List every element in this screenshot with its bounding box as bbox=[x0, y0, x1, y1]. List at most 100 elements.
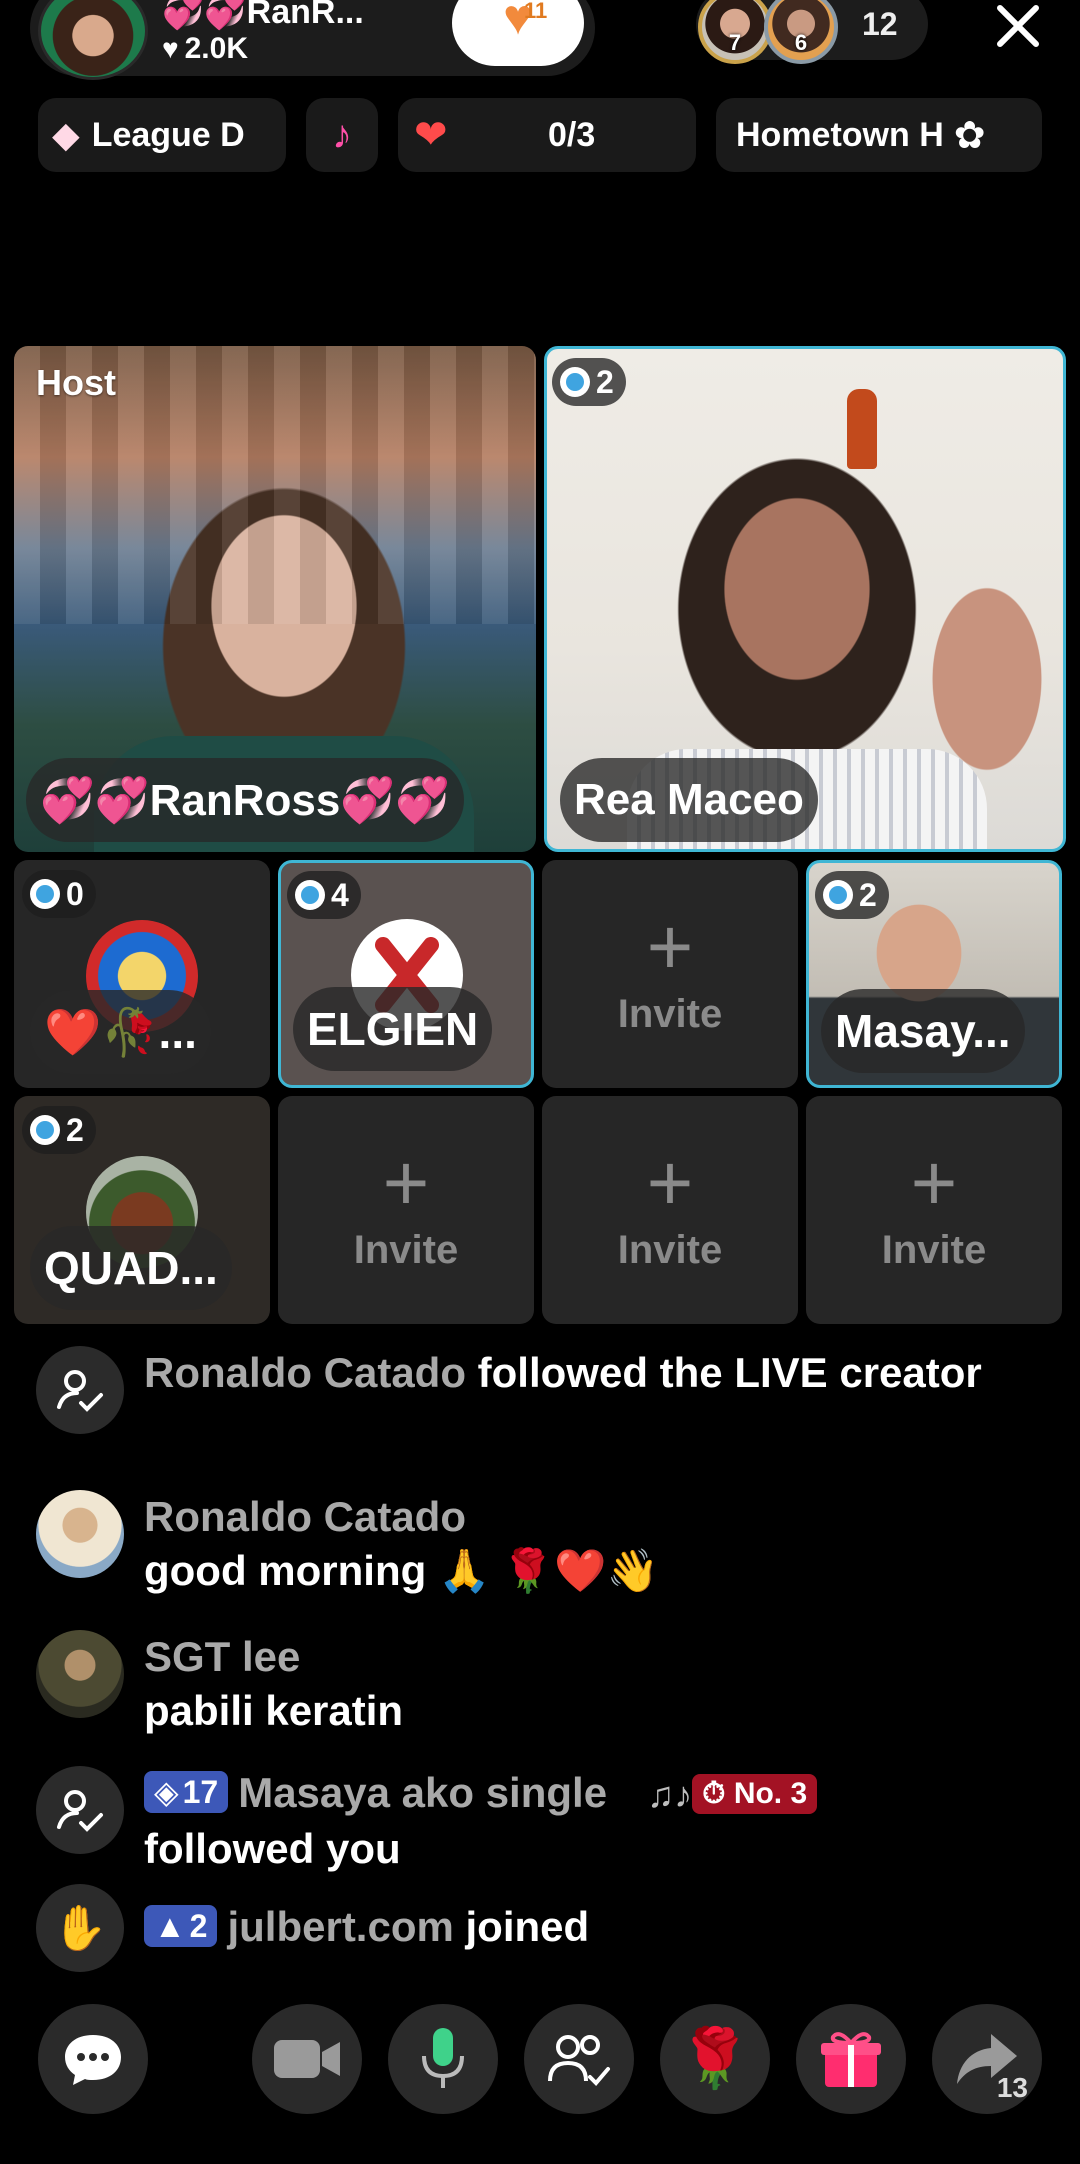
comment-message: joined bbox=[453, 1903, 590, 1950]
hometown-label: Hometown H bbox=[736, 115, 944, 154]
seat-number: 4 bbox=[331, 876, 349, 913]
guest-seat-tile[interactable]: 4 ELGIEN bbox=[278, 860, 534, 1088]
diamond-icon: ◈ bbox=[154, 1774, 179, 1810]
invite-seat-tile[interactable]: + Invite bbox=[542, 1096, 798, 1324]
timer-icon: ⏱ bbox=[702, 1777, 726, 1810]
level-badge: ◈ 17 bbox=[144, 1771, 229, 1813]
viewer-count: 12 bbox=[862, 6, 898, 42]
hometown-chip[interactable]: Hometown H ✿ bbox=[716, 98, 1042, 172]
comment-message: followed the LIVE creator bbox=[466, 1349, 982, 1396]
share-count: 13 bbox=[996, 2072, 1028, 2103]
rose-icon: 🌹 bbox=[678, 2026, 752, 2091]
goal-value: 0/3 bbox=[548, 115, 596, 154]
triangle-icon: ▲ bbox=[154, 1908, 186, 1944]
chat-bubble-icon bbox=[65, 2035, 121, 2085]
host-likes-count: 2.0K bbox=[184, 32, 248, 65]
guest-seat-tile[interactable]: 2 Masay... bbox=[806, 860, 1062, 1088]
vase-decor bbox=[847, 389, 877, 469]
diamond-icon: ◆ bbox=[52, 114, 80, 155]
viewer-rank-badge: 6 bbox=[794, 30, 808, 55]
guest-name-pill: Rea Maceo bbox=[560, 758, 818, 842]
guests-button[interactable] bbox=[524, 2004, 634, 2114]
seat-number: 2 bbox=[859, 876, 877, 913]
host-likes: ♥ 2.0K bbox=[162, 32, 248, 66]
user-avatar[interactable] bbox=[36, 1630, 124, 1718]
comment-item: SGT lee pabili keratin bbox=[36, 1630, 1046, 1740]
guest-seat-badge: 2 bbox=[552, 358, 626, 406]
viewer-rank-badge: 7 bbox=[728, 30, 742, 55]
league-chip[interactable]: ◆ League D bbox=[38, 98, 286, 172]
guest-name: Masay... bbox=[821, 989, 1025, 1073]
comment-item: ◈ 17 Masaya ako single ♫♪ ⏱ No. 3 followed y… bbox=[36, 1766, 1046, 1876]
comment-message: good morning 🙏 🌹❤️👋 bbox=[144, 1547, 659, 1594]
comment-user[interactable]: SGT lee bbox=[144, 1630, 1044, 1684]
seat-dot-icon bbox=[295, 880, 325, 910]
music-note-icon: ♪ bbox=[332, 112, 352, 157]
invite-label: Invite bbox=[617, 1227, 723, 1272]
hand-wave-glyph: ✋ bbox=[52, 1904, 108, 1953]
guest-name: QUAD... bbox=[30, 1226, 232, 1310]
comment-item: Ronaldo Catado good morning 🙏 🌹❤️👋 bbox=[36, 1490, 1046, 1600]
plus-icon: + bbox=[646, 1137, 694, 1227]
comment-user[interactable]: Ronaldo Catado bbox=[144, 1490, 1044, 1544]
host-name-pill: 💞💞RanRoss💞💞 bbox=[26, 758, 464, 842]
seat-badge: 2 bbox=[815, 871, 889, 919]
microphone-button[interactable] bbox=[388, 2004, 498, 2114]
invite-label: Invite bbox=[617, 991, 723, 1036]
level-badge: ▲ 2 bbox=[144, 1905, 218, 1947]
comment-user[interactable]: julbert.com bbox=[227, 1903, 453, 1950]
goal-chip[interactable]: ❤ 0/3 bbox=[398, 98, 696, 172]
seat-badge: 2 bbox=[22, 1106, 96, 1154]
microphone-icon bbox=[422, 2028, 464, 2088]
invite-seat-tile[interactable]: + Invite bbox=[542, 860, 798, 1088]
share-button[interactable]: 13 bbox=[932, 2004, 1042, 2114]
host-name: 💞💞RanR... bbox=[162, 0, 364, 31]
music-chip[interactable]: ♪ bbox=[306, 98, 378, 172]
wave-hand-icon: ✋ bbox=[36, 1884, 124, 1972]
seat-badge: 4 bbox=[287, 871, 361, 919]
plus-icon: + bbox=[646, 901, 694, 991]
comment-button[interactable] bbox=[38, 2004, 148, 2114]
guest-seat-tile[interactable]: 2 QUAD... bbox=[14, 1096, 270, 1324]
close-icon[interactable] bbox=[988, 0, 1048, 56]
plus-icon: + bbox=[910, 1137, 958, 1227]
seat-dot-icon bbox=[30, 1115, 60, 1145]
heart-icon: ♥ bbox=[162, 33, 179, 64]
comment-message: pabili keratin bbox=[144, 1687, 404, 1734]
guest-seat-tile[interactable]: 0 ❤️🥀... bbox=[14, 860, 270, 1088]
heart-goal-icon: ❤ bbox=[414, 113, 448, 157]
follow-count: 11 bbox=[524, 0, 548, 23]
guest-seat-number: 2 bbox=[596, 363, 614, 400]
seat-dot-icon bbox=[30, 879, 60, 909]
gift-button[interactable] bbox=[796, 2004, 906, 2114]
league-label: League D bbox=[91, 115, 245, 154]
rank-badge: ⏱ No. 3 bbox=[692, 1774, 818, 1814]
follow-user-icon bbox=[36, 1766, 124, 1854]
invite-seat-tile[interactable]: + Invite bbox=[806, 1096, 1062, 1324]
comment-item: Ronaldo Catado followed the LIVE creator bbox=[36, 1346, 1046, 1456]
level-number: 2 bbox=[189, 1908, 208, 1944]
seat-badge: 0 bbox=[22, 870, 96, 918]
people-icon bbox=[548, 2035, 610, 2086]
video-camera-icon bbox=[274, 2040, 340, 2078]
seat-dot-icon bbox=[560, 367, 590, 397]
comment-user[interactable]: Ronaldo Catado bbox=[144, 1349, 466, 1396]
camera-button[interactable] bbox=[252, 2004, 362, 2114]
follow-user-icon bbox=[36, 1346, 124, 1434]
comment-message: followed you bbox=[144, 1825, 401, 1872]
plus-icon: + bbox=[382, 1137, 430, 1227]
flower-icon: ✿ bbox=[953, 114, 986, 157]
seat-dot-icon bbox=[823, 880, 853, 910]
seat-number: 0 bbox=[66, 875, 84, 912]
follow-button[interactable]: ♥ 11 bbox=[452, 0, 584, 66]
comment-user[interactable]: Masaya ako single bbox=[238, 1769, 607, 1816]
comment-item: ✋ ▲ 2 julbert.com joined bbox=[36, 1884, 1046, 1974]
user-avatar[interactable] bbox=[36, 1490, 124, 1578]
gift-box-icon bbox=[821, 2032, 881, 2087]
invite-seat-tile[interactable]: + Invite bbox=[278, 1096, 534, 1324]
rank-text: No. 3 bbox=[733, 1777, 808, 1810]
invite-label: Invite bbox=[353, 1227, 459, 1272]
seat-number: 2 bbox=[66, 1111, 84, 1148]
level-number: 17 bbox=[182, 1774, 219, 1810]
rose-gift-button[interactable]: 🌹 bbox=[660, 2004, 770, 2114]
